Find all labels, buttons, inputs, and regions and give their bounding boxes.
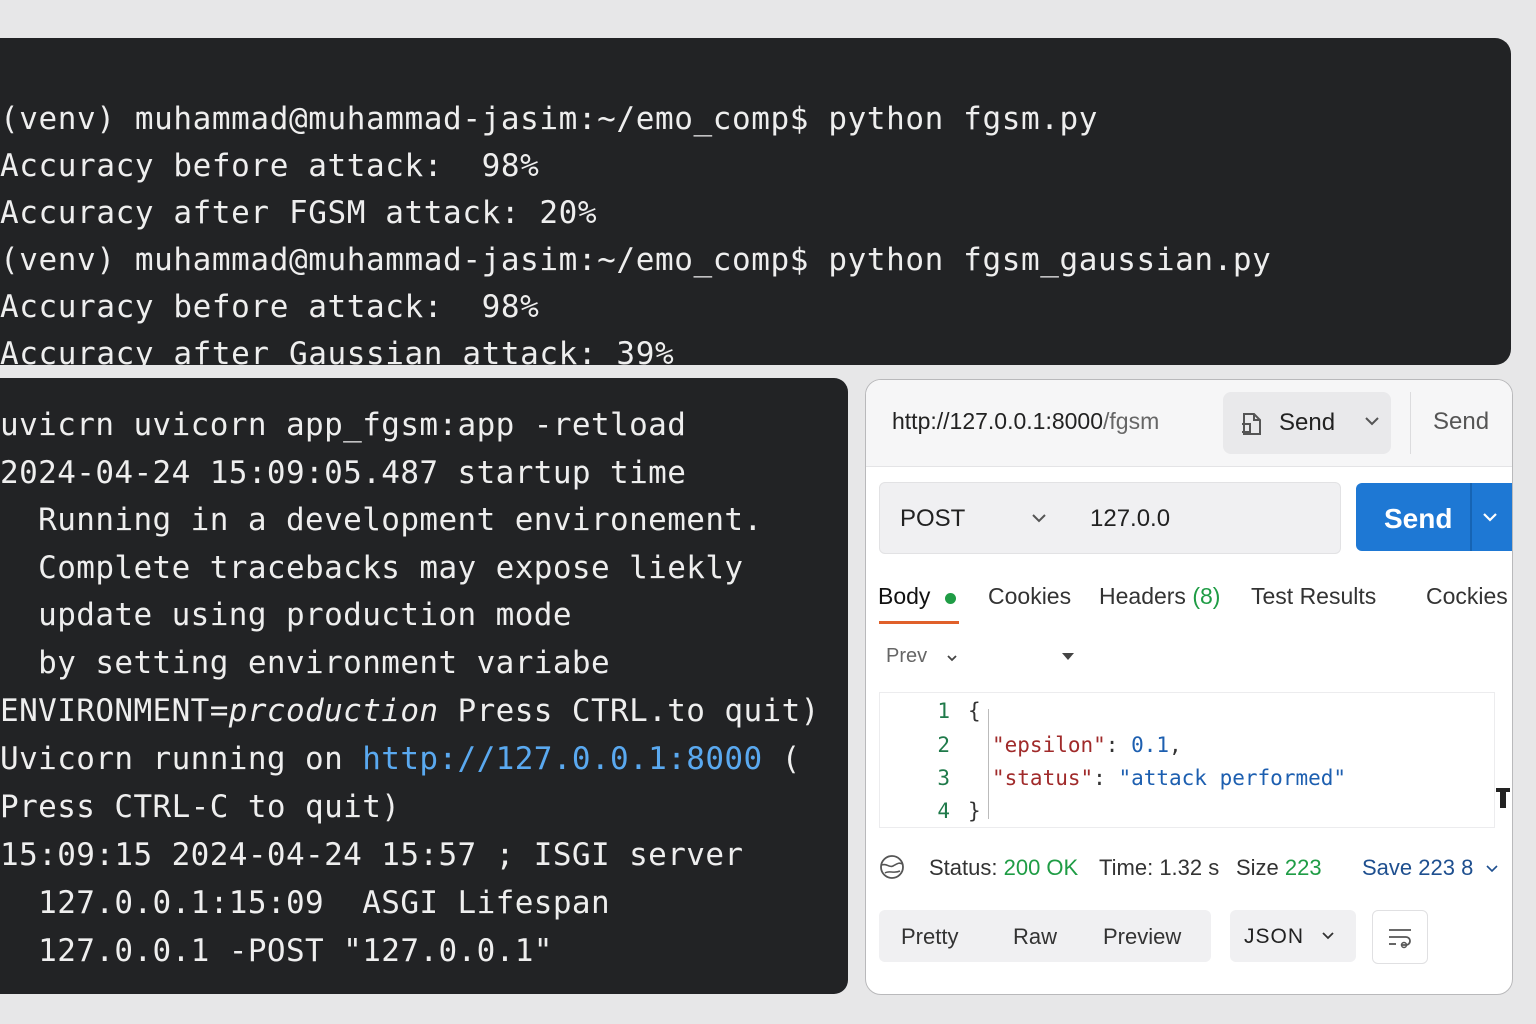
json-key: "status" <box>992 766 1094 790</box>
terminal-line: (venv) muhammad@muhammad-jasim:~/emo_com… <box>0 101 1099 137</box>
url-input-value: 127.0.0 <box>1090 505 1171 532</box>
header-send-secondary[interactable]: Send <box>1433 408 1489 436</box>
terminal-line: Accuracy before attack: 98% <box>0 289 540 325</box>
paren-text: ( <box>762 741 801 777</box>
code-line: "status": "attack performed" <box>992 766 1347 790</box>
terminal-line: 127.0.0.1:15:09 ASGI Lifespan <box>0 885 611 921</box>
tab-headers-label: Headers <box>1099 583 1186 609</box>
divider <box>1470 483 1472 551</box>
terminal-line: Running in a development environement. <box>0 502 763 538</box>
view-mode-tabs: Pretty Raw Preview <box>879 910 1211 962</box>
terminal-line: update using production mode <box>0 597 572 633</box>
preview-select-label[interactable]: Prev <box>886 645 927 668</box>
request-header-bar: http://127.0.0.1:8000/fgsm Send Send <box>866 380 1512 467</box>
line-number: 4 <box>937 799 950 823</box>
chevron-down-icon[interactable] <box>946 652 958 664</box>
line-number: 3 <box>937 766 950 790</box>
header-send-dropdown[interactable]: Send <box>1223 392 1391 454</box>
chevron-down-icon <box>1032 514 1046 523</box>
quit-hint-text: Press CTRL.to quit) <box>438 693 820 729</box>
tab-pretty[interactable]: Pretty <box>901 924 958 950</box>
time-label: Time: <box>1099 855 1154 880</box>
terminal-top[interactable]: (venv) muhammad@muhammad-jasim:~/emo_com… <box>0 38 1511 365</box>
time-value: 1.32 s <box>1159 855 1220 880</box>
terminal-line: 15:09:15 2024-04-24 15:57 ; ISGI server <box>0 837 744 873</box>
json-value: 0.1 <box>1131 733 1170 757</box>
response-body-editor[interactable]: 1 2 3 4 { "epsilon": 0.1, "status": "att… <box>879 692 1495 828</box>
tab-headers[interactable]: Headers (8) <box>1099 583 1220 610</box>
terminal-line: Accuracy before attack: 98% <box>0 148 540 184</box>
save-response-button[interactable]: Save 223 8 <box>1362 855 1473 881</box>
format-label: JSON <box>1244 925 1305 948</box>
send-button-label: Send <box>1384 503 1453 534</box>
document-icon <box>1242 413 1261 435</box>
wrap-lines-icon <box>1389 929 1411 949</box>
response-status-bar: Status: 200 OK Time: 1.32 s Size 223 Sav… <box>879 850 1499 886</box>
terminal-line: 2024-04-24 15:09:05.487 startup time <box>0 455 687 491</box>
chevron-down-icon <box>1365 417 1379 426</box>
code-close-brace: } <box>968 799 981 823</box>
tab-raw[interactable]: Raw <box>1013 924 1057 950</box>
terminal-line: 127.0.0.1 -POST "127.0.0.1" <box>0 933 553 969</box>
request-url-host: http://127.0.0.1:8000 <box>892 408 1104 434</box>
headers-count: (8) <box>1192 583 1221 609</box>
server-url-link[interactable]: http://127.0.0.1:8000 <box>362 741 762 777</box>
indent-guide <box>988 709 989 819</box>
line-number: 1 <box>937 699 950 723</box>
status-field: Status: 200 OK <box>929 855 1078 881</box>
json-key: "epsilon" <box>992 733 1106 757</box>
terminal-line: Complete tracebacks may expose liekly <box>0 550 744 586</box>
scrollbar-handle[interactable] <box>1496 788 1510 810</box>
send-button[interactable]: Send <box>1356 483 1512 551</box>
tab-cookies[interactable]: Cookies <box>988 583 1071 610</box>
url-input[interactable]: 127.0.0 <box>1070 482 1341 554</box>
code-open-brace: { <box>968 699 981 723</box>
chevron-down-icon[interactable] <box>1481 508 1499 526</box>
tab-preview[interactable]: Preview <box>1103 924 1181 950</box>
status-value: 200 OK <box>1003 855 1079 880</box>
request-tab-url[interactable]: http://127.0.0.1:8000/fgsm <box>892 408 1159 435</box>
terminal-line: uvicrn uvicorn app_fgsm:app -retload <box>0 407 687 443</box>
terminal-line: Accuracy after FGSM attack: 20% <box>0 195 598 231</box>
size-value: 223 <box>1284 855 1322 880</box>
header-send-label: Send <box>1279 409 1336 436</box>
status-label: Status: <box>929 855 998 880</box>
request-url-path: /fgsm <box>1103 408 1160 434</box>
active-dot <box>945 593 956 604</box>
api-client-panel: http://127.0.0.1:8000/fgsm Send Send POS… <box>865 379 1513 995</box>
line-number: 2 <box>937 733 950 757</box>
caret-down-icon[interactable] <box>1062 653 1074 660</box>
time-field: Time: 1.32 s <box>1099 855 1219 881</box>
json-value: "attack performed" <box>1118 766 1347 790</box>
method-label: POST <box>900 505 966 532</box>
tab-body[interactable]: Body <box>878 583 930 610</box>
terminal-server-log[interactable]: uvicrn uvicorn app_fgsm:app -retload 202… <box>0 378 848 994</box>
env-value-text: prcoduction <box>228 693 439 729</box>
code-line: "epsilon": 0.1, <box>992 733 1182 757</box>
tab-test-results[interactable]: Test Results <box>1251 583 1376 610</box>
wrap-lines-button[interactable] <box>1372 910 1428 964</box>
terminal-line: by setting environment variabe <box>0 645 611 681</box>
size-field: Size 223 <box>1236 855 1322 881</box>
chevron-down-icon[interactable] <box>1485 862 1499 876</box>
env-var-text: ENVIRONMENT= <box>0 693 229 729</box>
method-select[interactable]: POST <box>879 482 1071 554</box>
active-tab-indicator <box>879 621 959 624</box>
globe-icon <box>880 855 904 879</box>
format-select[interactable]: JSON <box>1230 910 1356 962</box>
divider <box>1410 392 1411 454</box>
terminal-line: Press CTRL-C to quit) <box>0 789 401 825</box>
terminal-line: Uvicorn running on http://127.0.0.1:8000… <box>0 741 801 777</box>
terminal-line: ENVIRONMENT=prcoduction Press CTRL.to qu… <box>0 693 820 729</box>
chevron-down-icon <box>1322 932 1334 940</box>
tab-cookies-secondary[interactable]: Cockies <box>1426 583 1508 610</box>
terminal-line: (venv) muhammad@muhammad-jasim:~/emo_com… <box>0 242 1272 278</box>
running-on-text: Uvicorn running on <box>0 741 363 777</box>
size-label: Size <box>1236 855 1279 880</box>
terminal-line: Accuracy after Gaussian attack: 39% <box>0 336 675 365</box>
